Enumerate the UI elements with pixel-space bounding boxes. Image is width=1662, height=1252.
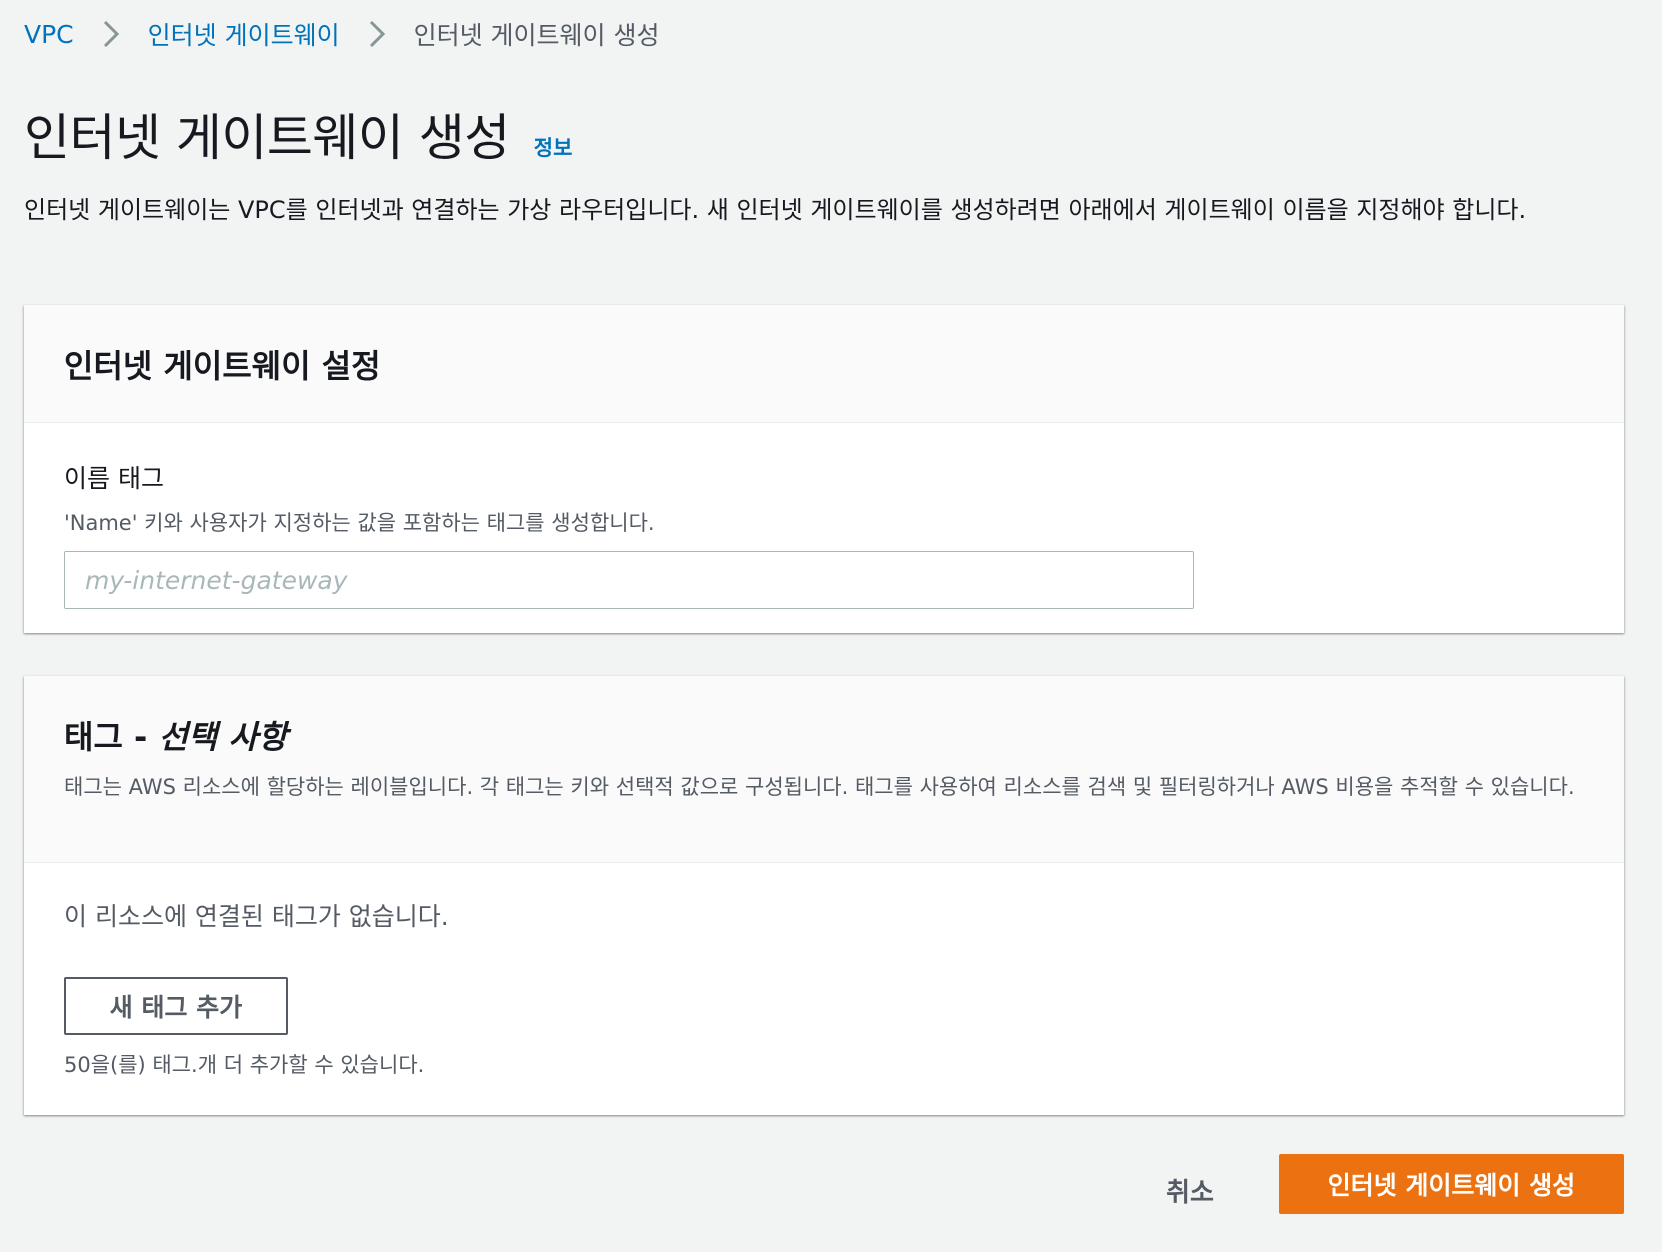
page: VPC 인터넷 게이트웨이 인터넷 게이트웨이 생성 인터넷 게이트웨이 생성 … [0, 0, 1662, 1252]
settings-panel: 인터넷 게이트웨이 설정 이름 태그 'Name' 키와 사용자가 지정하는 값… [24, 305, 1624, 633]
settings-panel-title: 인터넷 게이트웨이 설정 [64, 346, 381, 385]
tags-panel-header: 태그 - 선택 사항 태그는 AWS 리소스에 할당하는 레이블입니다. 각 태… [24, 676, 1624, 863]
tags-panel-description: 태그는 AWS 리소스에 할당하는 레이블입니다. 각 태그는 키와 선택적 값… [64, 775, 1575, 799]
name-tag-input[interactable] [64, 551, 1194, 609]
breadcrumb-link-vpc[interactable]: VPC [24, 20, 74, 49]
page-title: 인터넷 게이트웨이 생성 [24, 109, 510, 167]
title-row: 인터넷 게이트웨이 생성 정보 [24, 98, 572, 170]
add-tag-button[interactable]: 새 태그 추가 [64, 977, 288, 1035]
tags-remaining-note: 50을(를) 태그.개 더 추가할 수 있습니다. [64, 1053, 425, 1077]
name-tag-label: 이름 태그 [64, 464, 164, 493]
create-internet-gateway-button[interactable]: 인터넷 게이트웨이 생성 [1279, 1154, 1624, 1214]
cancel-button[interactable]: 취소 [1150, 1160, 1230, 1220]
tags-title-optional: 선택 사항 [158, 718, 288, 756]
settings-panel-header: 인터넷 게이트웨이 설정 [24, 305, 1624, 423]
tags-panel: 태그 - 선택 사항 태그는 AWS 리소스에 할당하는 레이블입니다. 각 태… [24, 676, 1624, 1115]
chevron-right-icon [102, 19, 120, 49]
tags-title-prefix: 태그 - [64, 718, 159, 756]
breadcrumb-link-internet-gateways[interactable]: 인터넷 게이트웨이 [148, 16, 340, 52]
breadcrumb: VPC 인터넷 게이트웨이 인터넷 게이트웨이 생성 [24, 14, 660, 54]
tags-panel-title: 태그 - 선택 사항 [64, 712, 1584, 758]
page-description: 인터넷 게이트웨이는 VPC를 인터넷과 연결하는 가상 라우터입니다. 새 인… [24, 196, 1527, 224]
breadcrumb-current: 인터넷 게이트웨이 생성 [413, 21, 660, 50]
no-tags-message: 이 리소스에 연결된 태그가 없습니다. [64, 902, 449, 931]
info-link[interactable]: 정보 [534, 132, 573, 162]
name-tag-description: 'Name' 키와 사용자가 지정하는 값을 포함하는 태그를 생성합니다. [64, 511, 655, 535]
tags-panel-body: 이 리소스에 연결된 태그가 없습니다. 새 태그 추가 50을(를) 태그.개… [24, 897, 1624, 1079]
chevron-right-icon [368, 19, 386, 49]
settings-panel-body: 이름 태그 'Name' 키와 사용자가 지정하는 값을 포함하는 태그를 생성… [24, 459, 1624, 609]
